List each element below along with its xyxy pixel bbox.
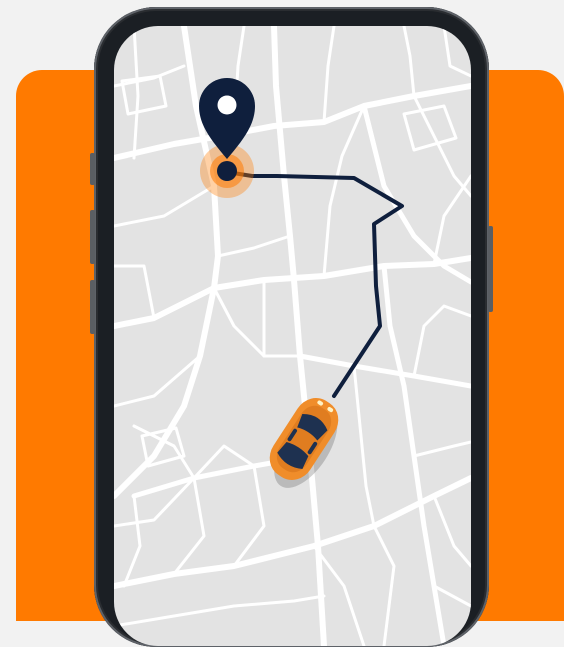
- phone-mute-switch: [90, 153, 95, 185]
- destination-dot: [217, 161, 237, 181]
- phone-volume-down-button: [90, 280, 95, 334]
- phone-volume-up-button: [90, 210, 95, 264]
- phone-power-button: [488, 226, 493, 312]
- map-view[interactable]: [114, 26, 471, 646]
- ride-tracking-illustration: [0, 0, 564, 647]
- phone-screen: [114, 26, 471, 646]
